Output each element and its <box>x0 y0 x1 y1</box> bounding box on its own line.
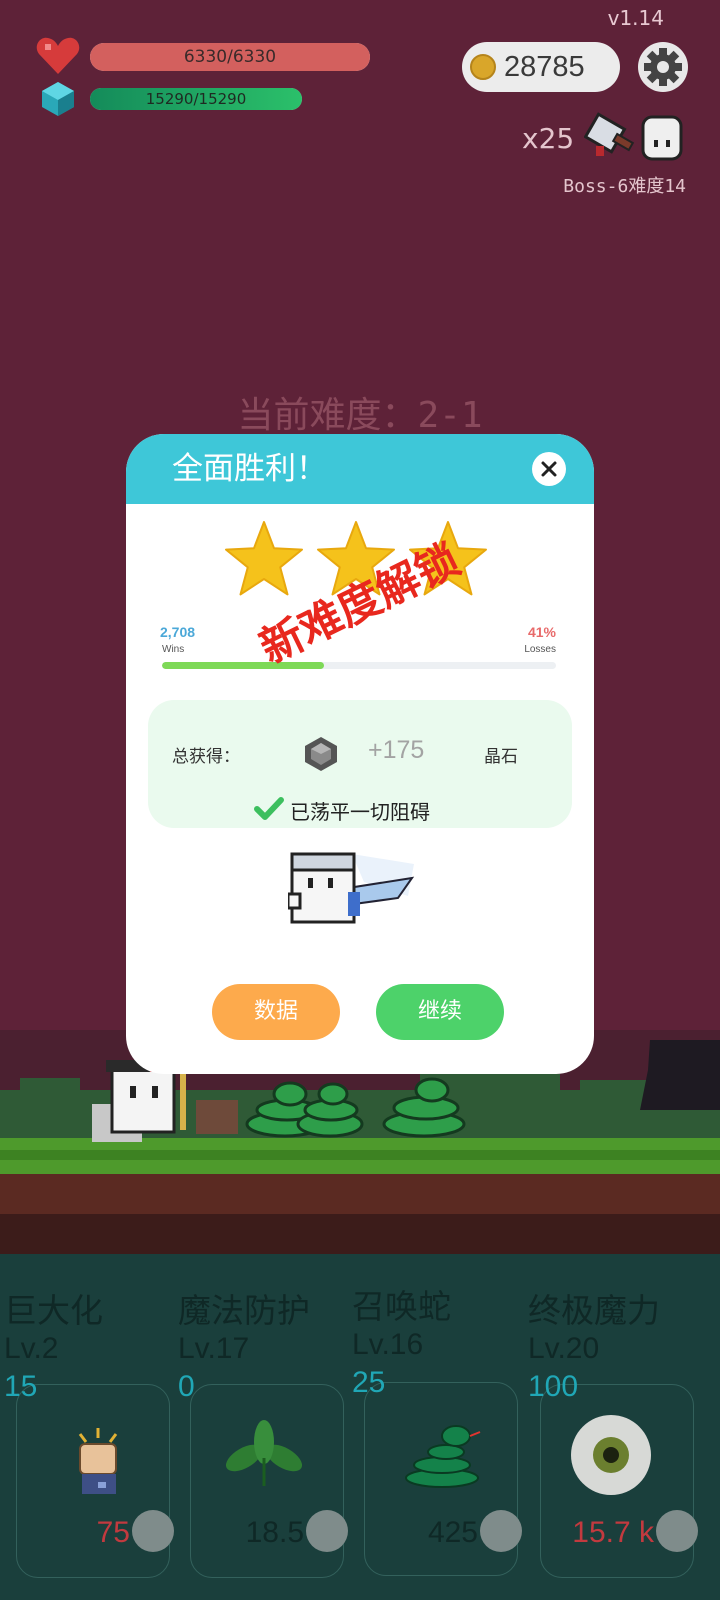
skill-level: Lv.2 <box>4 1332 59 1365</box>
upgrade-gear-icon[interactable] <box>480 1510 522 1552</box>
cleaver-icon <box>584 112 635 156</box>
mp-text: 15290/15290 <box>145 90 247 108</box>
checkmark-icon <box>254 797 284 820</box>
tree-silhouette <box>640 1040 720 1110</box>
all-cleared-text: 已荡平一切阻碍 <box>290 800 430 824</box>
upgrade-gear-icon[interactable] <box>656 1510 698 1552</box>
hp-bar: 6330/6330 <box>90 43 370 71</box>
skill-cost: 15.7 k <box>572 1516 654 1549</box>
skill-card-summon-snake[interactable]: 召唤蛇 Lv.16 25 425 <box>352 1270 528 1600</box>
reward-unit: 晶石 <box>484 747 518 767</box>
fist-icon <box>78 1428 118 1494</box>
skill-name: 巨大化 <box>4 1291 103 1330</box>
ghost-icon <box>641 115 683 161</box>
current-difficulty: 当前难度：2-1 <box>237 395 483 436</box>
losses-label: Losses <box>524 644 556 655</box>
skill-value: 100 <box>528 1370 579 1403</box>
reward-label: 总获得： <box>172 747 240 767</box>
coin-counter: 28785 <box>462 42 620 92</box>
skill-card-magic-shield[interactable]: 魔法防护 Lv.17 0 18.5 <box>178 1270 354 1600</box>
coin-value: 28785 <box>504 51 585 83</box>
close-button[interactable] <box>532 452 566 486</box>
mp-bar: 15290/15290 <box>90 88 302 110</box>
wins-label: Wins <box>162 644 185 655</box>
gear-icon <box>644 48 682 86</box>
skill-cost: 75 <box>96 1516 130 1549</box>
fence <box>196 1100 238 1134</box>
stats-button[interactable]: 数据 <box>212 984 340 1040</box>
skill-level: Lv.17 <box>178 1332 250 1365</box>
upgrade-gear-icon[interactable] <box>132 1510 174 1552</box>
heart-icon <box>36 37 80 74</box>
version-label: v1.14 <box>607 6 664 30</box>
wins-value: 2,708 <box>160 624 196 640</box>
dialog-header: 全面胜利！ <box>126 434 594 504</box>
leaf-icon <box>225 1420 303 1486</box>
crystal-icon <box>305 737 337 771</box>
skill-value: 15 <box>4 1370 38 1403</box>
skill-card-giant[interactable]: 巨大化 Lv.2 15 75 <box>4 1270 180 1600</box>
hp-text: 6330/6330 <box>183 47 277 67</box>
skill-cost: 425 <box>427 1516 478 1549</box>
snake-icon <box>405 1425 481 1488</box>
continue-button[interactable]: 继续 <box>376 984 504 1040</box>
settings-button[interactable] <box>638 42 688 92</box>
skill-level: Lv.20 <box>528 1332 600 1365</box>
reward-amount: +175 <box>368 736 425 764</box>
kill-multiplier: x25 <box>522 122 575 155</box>
hero-portrait <box>288 852 415 924</box>
skill-cost: 18.5 <box>245 1516 304 1549</box>
eye-icon <box>571 1415 651 1495</box>
skill-name: 召唤蛇 <box>352 1287 451 1326</box>
skill-name: 终极魔力 <box>528 1291 660 1330</box>
skill-value: 0 <box>178 1370 195 1403</box>
close-icon <box>541 461 557 477</box>
rewards-panel: 总获得： +175 晶石 已荡平一切阻碍 <box>148 700 572 828</box>
game-screen: v1.14 6330/6330 15290/15290 28785 x25 Bo… <box>0 0 720 1600</box>
mana-crystal-icon <box>42 82 74 116</box>
upgrade-gear-icon[interactable] <box>306 1510 348 1552</box>
win-loss-bar <box>162 662 556 669</box>
skill-card-ultimate-magic[interactable]: 终极魔力 Lv.20 100 15.7 k <box>528 1270 704 1600</box>
skills-panel: 巨大化 Lv.2 15 75 魔法防护 Lv.17 0 18.5 召唤蛇 Lv.… <box>0 1270 720 1600</box>
dialog-title: 全面胜利！ <box>172 451 327 487</box>
victory-dialog: 全面胜利！ 2,708 Wins 41% Losses 总获得： +175 晶石 <box>126 434 594 1074</box>
skill-name: 魔法防护 <box>178 1291 310 1330</box>
skill-value: 25 <box>352 1366 386 1399</box>
boss-progress-label: Boss-6难度14 <box>563 176 686 197</box>
losses-value: 41% <box>527 624 556 640</box>
star-icon <box>225 521 303 596</box>
skill-level: Lv.16 <box>352 1328 424 1361</box>
coin-icon <box>470 54 496 80</box>
